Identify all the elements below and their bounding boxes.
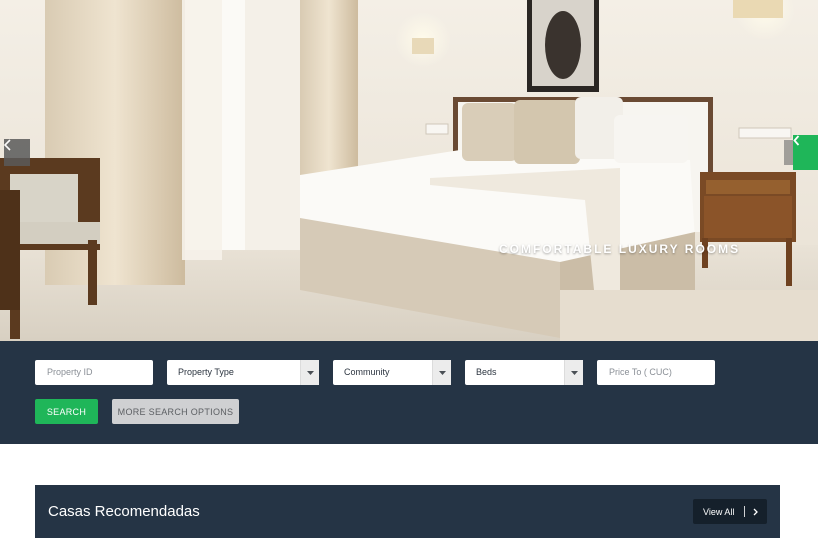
section-title: Casas Recomendadas: [48, 503, 200, 520]
price-to-input[interactable]: Price To ( CUC): [597, 360, 715, 385]
property-id-placeholder: Property ID: [47, 367, 93, 377]
property-type-select[interactable]: Property Type: [167, 360, 319, 385]
search-button[interactable]: SEARCH: [35, 399, 98, 424]
view-all-button[interactable]: View All: [693, 499, 767, 524]
community-select[interactable]: Community: [333, 360, 451, 385]
price-to-placeholder: Price To ( CUC): [609, 367, 672, 377]
slider-next-button[interactable]: [793, 135, 818, 170]
divider: [744, 506, 746, 517]
property-type-value: Property Type: [178, 367, 234, 377]
caret-down-icon: [300, 360, 319, 385]
more-search-options-button[interactable]: MORE SEARCH OPTIONS: [112, 399, 239, 424]
hero-slider: COMFORTABLE LUXURY ROOMS: [0, 0, 818, 341]
property-id-input[interactable]: Property ID: [35, 360, 153, 385]
caret-down-icon: [564, 360, 583, 385]
property-search-bar: Property ID Property Type Community Beds…: [0, 341, 818, 444]
recommended-section-header: Casas Recomendadas View All: [35, 485, 780, 538]
slider-next-shadow: [784, 140, 793, 165]
slider-prev-button[interactable]: [4, 139, 30, 166]
beds-select[interactable]: Beds: [465, 360, 583, 385]
community-value: Community: [344, 367, 390, 377]
chevron-right-icon: [753, 508, 759, 516]
hero-caption: COMFORTABLE LUXURY ROOMS: [499, 242, 741, 256]
caret-down-icon: [432, 360, 451, 385]
beds-value: Beds: [476, 367, 497, 377]
view-all-label: View All: [703, 506, 735, 517]
hero-image: [0, 0, 818, 341]
